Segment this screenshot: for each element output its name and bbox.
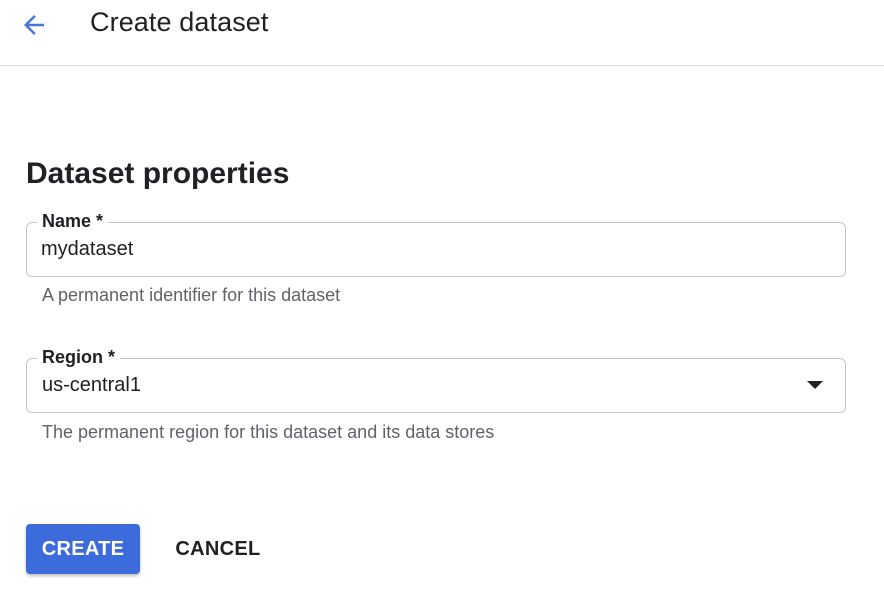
region-selected-value: us-central1 <box>42 374 141 396</box>
create-button[interactable]: CREATE <box>26 524 140 574</box>
name-hint: A permanent identifier for this dataset <box>42 285 341 305</box>
name-field[interactable]: Name * <box>26 209 846 277</box>
cancel-button[interactable]: CANCEL <box>164 524 272 574</box>
name-field-label: Name * <box>37 209 109 233</box>
name-input[interactable] <box>41 235 801 263</box>
create-dataset-page: Create dataset Dataset properties Name *… <box>0 0 884 602</box>
region-field-label: Region * <box>37 345 121 369</box>
arrow-back-icon <box>24 15 44 35</box>
page-header: Create dataset <box>0 0 884 66</box>
region-hint: The permanent region for this dataset an… <box>42 422 495 442</box>
back-button[interactable] <box>14 5 54 45</box>
region-select[interactable]: Region * us-central1 <box>26 345 846 413</box>
arrow-drop-down-icon[interactable] <box>807 381 823 389</box>
page-title: Create dataset <box>90 7 269 37</box>
section-title: Dataset properties <box>26 157 290 190</box>
